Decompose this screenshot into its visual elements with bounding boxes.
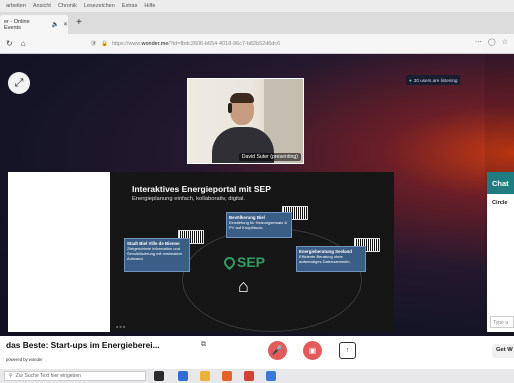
url-bar[interactable]: 🛡 🔒 https://www. wonder.me/?id=fbdc2606-b… <box>90 37 280 51</box>
folder-icon[interactable] <box>200 371 210 381</box>
shield-icon: 🛡 <box>90 41 97 47</box>
get-wonder-button[interactable]: Get W <box>492 344 514 358</box>
slide-title: Interaktives Energieportal mit SEP <box>132 184 271 194</box>
mail-icon[interactable] <box>266 371 276 381</box>
browser-tab[interactable]: er - Online Events 🔈 ✕ <box>0 15 68 34</box>
house-icon: ⌂ <box>238 276 249 296</box>
taskbar-search[interactable]: ⚲ Zur Suche Text hier eingeben <box>4 371 146 381</box>
search-icon: ⚲ <box>9 373 13 379</box>
menu-bar: arbeiten Ansicht Chronik Lesezeichen Ext… <box>0 0 514 12</box>
presenter-video: David Suter (presenting) <box>187 78 304 164</box>
mic-off-icon[interactable]: 🎤 <box>268 341 287 360</box>
screenshare-icon[interactable]: ↑ <box>339 342 356 359</box>
task-view-icon[interactable] <box>154 371 164 381</box>
shared-slide: Interaktives Energieportal mit SEP Energ… <box>8 172 394 332</box>
close-icon[interactable]: ✕ <box>63 21 68 28</box>
chat-panel: Chat Circle Type a <box>487 172 514 332</box>
powered-by: powered by wonder <box>6 357 43 362</box>
os-taskbar: ⚲ Zur Suche Text hier eingeben <box>0 369 514 383</box>
slide-card-text: Einstiefung für Heizungsersatz & PV auf … <box>229 220 288 230</box>
slide-controls-icon: ■ ■ ■ <box>116 324 126 329</box>
pocket-icon[interactable]: ◯ <box>488 38 496 46</box>
sep-logo-text: SEP <box>237 254 266 270</box>
camera-off-icon[interactable]: ▣ <box>303 341 322 360</box>
menu-item-view[interactable]: Ansicht <box>33 3 51 9</box>
slide-card-energieberatung: Energieberatung Seeland Effiziente Berat… <box>296 246 366 272</box>
presenter-label: David Suter (presenting) <box>238 153 301 161</box>
edge-icon[interactable] <box>178 371 188 381</box>
presenter-hair <box>230 93 254 103</box>
chat-header[interactable]: Chat <box>487 172 514 194</box>
more-icon[interactable]: ⋯ <box>475 38 482 46</box>
url-host: wonder.me <box>141 41 169 47</box>
event-footer: das Beste: Start-ups im Energieberei... … <box>0 336 514 369</box>
slide-subtitle: Energieplanung einfach, kollaborativ, di… <box>132 196 246 202</box>
slide-content: Interaktives Energieportal mit SEP Energ… <box>110 172 394 332</box>
users-icon: ● <box>409 77 412 83</box>
firefox-icon[interactable] <box>222 371 232 381</box>
lock-icon: 🔒 <box>100 41 108 47</box>
sep-logo: SEP <box>221 254 266 270</box>
chat-input[interactable]: Type a <box>490 316 514 328</box>
event-title: das Beste: Start-ups im Energieberei... <box>6 340 160 350</box>
plus-icon[interactable]: + <box>76 17 82 28</box>
reload-icon[interactable]: ↻ <box>6 39 13 48</box>
url-prefix: https://www. <box>111 41 142 47</box>
menu-item-tools[interactable]: Extras <box>122 3 138 9</box>
slide-card-text: Effiziente Beratung ohne aufwendiges Dat… <box>299 254 351 264</box>
nav-actions: ⋯ ◯ ☆ <box>475 38 508 46</box>
collapse-icon[interactable]: ⤢ <box>8 72 30 94</box>
navigation-bar: ↻ ⌂ 🛡 🔒 https://www. wonder.me/?id=fbdc26… <box>0 34 514 54</box>
listener-count: ● 30 users are listening <box>406 75 461 85</box>
taskbar-search-placeholder: Zur Suche Text hier eingeben <box>15 373 81 379</box>
url-path: /?id=fbdc2606-b654-4018-96c7-b82b52d6dc6 <box>168 41 281 47</box>
location-pin-icon <box>221 254 238 270</box>
slide-card-stadt-biel: Stadt Biel Ville de Bienne Zielgerichtet… <box>124 238 190 272</box>
menu-item-help[interactable]: Hilfe <box>144 3 155 9</box>
star-icon[interactable]: ☆ <box>502 38 508 46</box>
menu-item-bookmarks[interactable]: Lesezeichen <box>84 3 115 9</box>
headset-icon <box>228 103 232 113</box>
tab-label: er - Online Events <box>4 18 30 31</box>
chat-tab-circle[interactable]: Circle <box>492 200 508 206</box>
home-icon[interactable]: ⌂ <box>21 39 26 48</box>
tab-bar: er - Online Events 🔈 ✕ + <box>0 12 514 34</box>
speaker-icon[interactable]: 🔈 <box>51 21 58 28</box>
listener-count-label: 30 users are listening <box>413 77 458 83</box>
slide-card-bevoelkerung: Bevölkerung Biel Einstiefung für Heizung… <box>226 212 292 238</box>
menu-item-history[interactable]: Chronik <box>58 3 77 9</box>
copy-icon[interactable]: ⧉ <box>201 341 206 349</box>
slide-orbit <box>182 228 362 332</box>
slide-card-text: Zielgerichtete Information und Sensibili… <box>127 246 182 261</box>
app-icon[interactable] <box>244 371 254 381</box>
menu-item-edit[interactable]: arbeiten <box>6 3 26 9</box>
